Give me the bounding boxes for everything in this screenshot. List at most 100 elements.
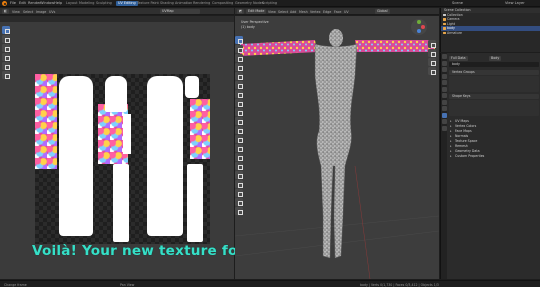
mesh-data-tab-icon[interactable] [441,112,447,118]
menu-help[interactable]: Help [54,1,62,5]
modifier-tab-icon[interactable] [441,93,447,98]
outliner-item-armature[interactable]: Armature [441,31,540,36]
full-data-button[interactable]: Full Data [449,56,468,61]
uv-menu-view[interactable]: View [12,10,20,14]
world-tab-icon[interactable] [441,80,447,85]
edge-slide-icon[interactable] [235,180,243,188]
shape-keys-panel[interactable]: Shape Keys [449,94,539,116]
material-tab-icon[interactable] [441,119,447,124]
zoom-icon[interactable] [428,40,436,48]
object-tab-icon[interactable] [441,86,447,92]
loop-cut-icon[interactable] [235,135,243,143]
x-axis-icon[interactable] [421,25,425,29]
tool-tab-icon[interactable] [441,54,447,59]
vertex-groups-panel[interactable]: Vertex Groups [449,70,539,92]
rotate-tool-icon[interactable] [2,53,10,61]
viewport-nav-tools [428,18,437,76]
object-name-field[interactable]: body [449,62,539,67]
z-axis-icon[interactable] [417,29,421,33]
vp-menu-uv[interactable]: UV [344,10,349,14]
output-tab-icon[interactable] [441,67,447,72]
poly-build-icon[interactable] [235,153,243,161]
knife-icon[interactable] [235,144,243,152]
scene-tab-icon[interactable] [441,73,447,79]
select-box-icon[interactable] [235,36,243,44]
spin-icon[interactable] [235,162,243,170]
select-tool-icon[interactable] [2,26,10,34]
navigation-gizmo[interactable] [411,19,427,35]
uv-menu-uvs[interactable]: UVs [49,10,55,14]
editor-type-button[interactable]: ◧ [2,9,10,14]
mode-selector[interactable]: Edit Mode [246,9,267,14]
transform-tool-icon[interactable] [2,71,10,79]
scale-tool-icon[interactable] [2,62,10,70]
tab-shading[interactable]: Shading [160,1,174,5]
render-tab-icon[interactable] [441,60,447,66]
uv-texture-image[interactable] [35,74,210,244]
tab-texture-paint[interactable]: Texture Paint [137,1,159,5]
uv-menu-select[interactable]: Select [23,10,33,14]
shape-keys-header[interactable]: Shape Keys [449,94,539,99]
transform-orientation[interactable]: Global [375,9,390,14]
vertex-groups-header[interactable]: Vertex Groups [449,70,539,75]
menu-file[interactable]: File [10,1,16,5]
cursor-icon[interactable] [235,45,243,53]
move-icon[interactable] [235,54,243,62]
extrude-icon[interactable] [235,108,243,116]
transform-icon[interactable] [235,81,243,89]
viewport-header: ◩ Edit Mode View Select Add Mesh Vertex … [235,8,439,15]
move-tool-icon[interactable] [2,44,10,52]
body-data-button[interactable]: Body [489,56,502,61]
vp-menu-edge[interactable]: Edge [323,10,331,14]
shrink-icon[interactable] [235,189,243,197]
particles-tab-icon[interactable] [441,99,447,105]
x-axis-line [354,165,371,279]
vp-menu-face[interactable]: Face [334,10,341,14]
pan-hand-icon[interactable] [428,49,436,57]
3d-viewport[interactable]: User Perspective (1) body [235,16,439,279]
vp-menu-add[interactable]: Add [290,10,296,14]
rotate-icon[interactable] [235,63,243,71]
vp-menu-mesh[interactable]: Mesh [299,10,308,14]
tab-animation[interactable]: Animation [175,1,192,5]
vp-menu-vertex[interactable]: Vertex [310,10,321,14]
tab-geometry-nodes[interactable]: Geometry Nodes [235,1,264,5]
tab-rendering[interactable]: Rendering [193,1,210,5]
uv-menu-image[interactable]: Image [36,10,46,14]
scene-selector[interactable]: Scene [452,1,463,5]
blender-logo-icon[interactable] [2,1,7,6]
rip-icon[interactable] [235,207,243,215]
smooth-icon[interactable] [235,171,243,179]
tab-scripting[interactable]: Scripting [262,1,277,5]
image-selector[interactable]: UVMap [160,9,200,14]
cursor-tool-icon[interactable] [2,35,10,43]
shear-icon[interactable] [235,198,243,206]
camera-view-icon[interactable] [428,58,436,66]
measure-icon[interactable] [235,99,243,107]
vertex-groups-list[interactable] [449,75,539,92]
menu-window[interactable]: Window [40,1,54,5]
editor-type-button[interactable]: ◩ [237,9,245,14]
tab-modeling[interactable]: Modeling [79,1,94,5]
uv-island-back [147,76,183,236]
tab-layout[interactable]: Layout [66,1,78,5]
vp-menu-view[interactable]: View [268,10,276,14]
y-axis-icon[interactable] [417,20,421,24]
texture-tab-icon[interactable] [441,125,447,131]
vp-menu-select[interactable]: Select [278,10,288,14]
menu-edit[interactable]: Edit [19,1,26,5]
menu-render[interactable]: Render [28,1,41,5]
view-layer-selector[interactable]: View Layer [505,1,525,5]
shape-keys-list[interactable] [449,99,539,116]
grid-view-icon[interactable] [428,67,436,75]
tab-sculpting[interactable]: Sculpting [96,1,112,5]
tab-compositing[interactable]: Compositing [212,1,233,5]
tab-uv-editing[interactable]: UV Editing [116,0,138,6]
inset-icon[interactable] [235,117,243,125]
physics-tab-icon[interactable] [441,106,447,111]
scale-icon[interactable] [235,72,243,80]
texture-pattern-region [190,99,210,159]
panel-custom-properties[interactable]: Custom Properties [449,154,539,159]
annotate-icon[interactable] [235,90,243,98]
bevel-icon[interactable] [235,126,243,134]
